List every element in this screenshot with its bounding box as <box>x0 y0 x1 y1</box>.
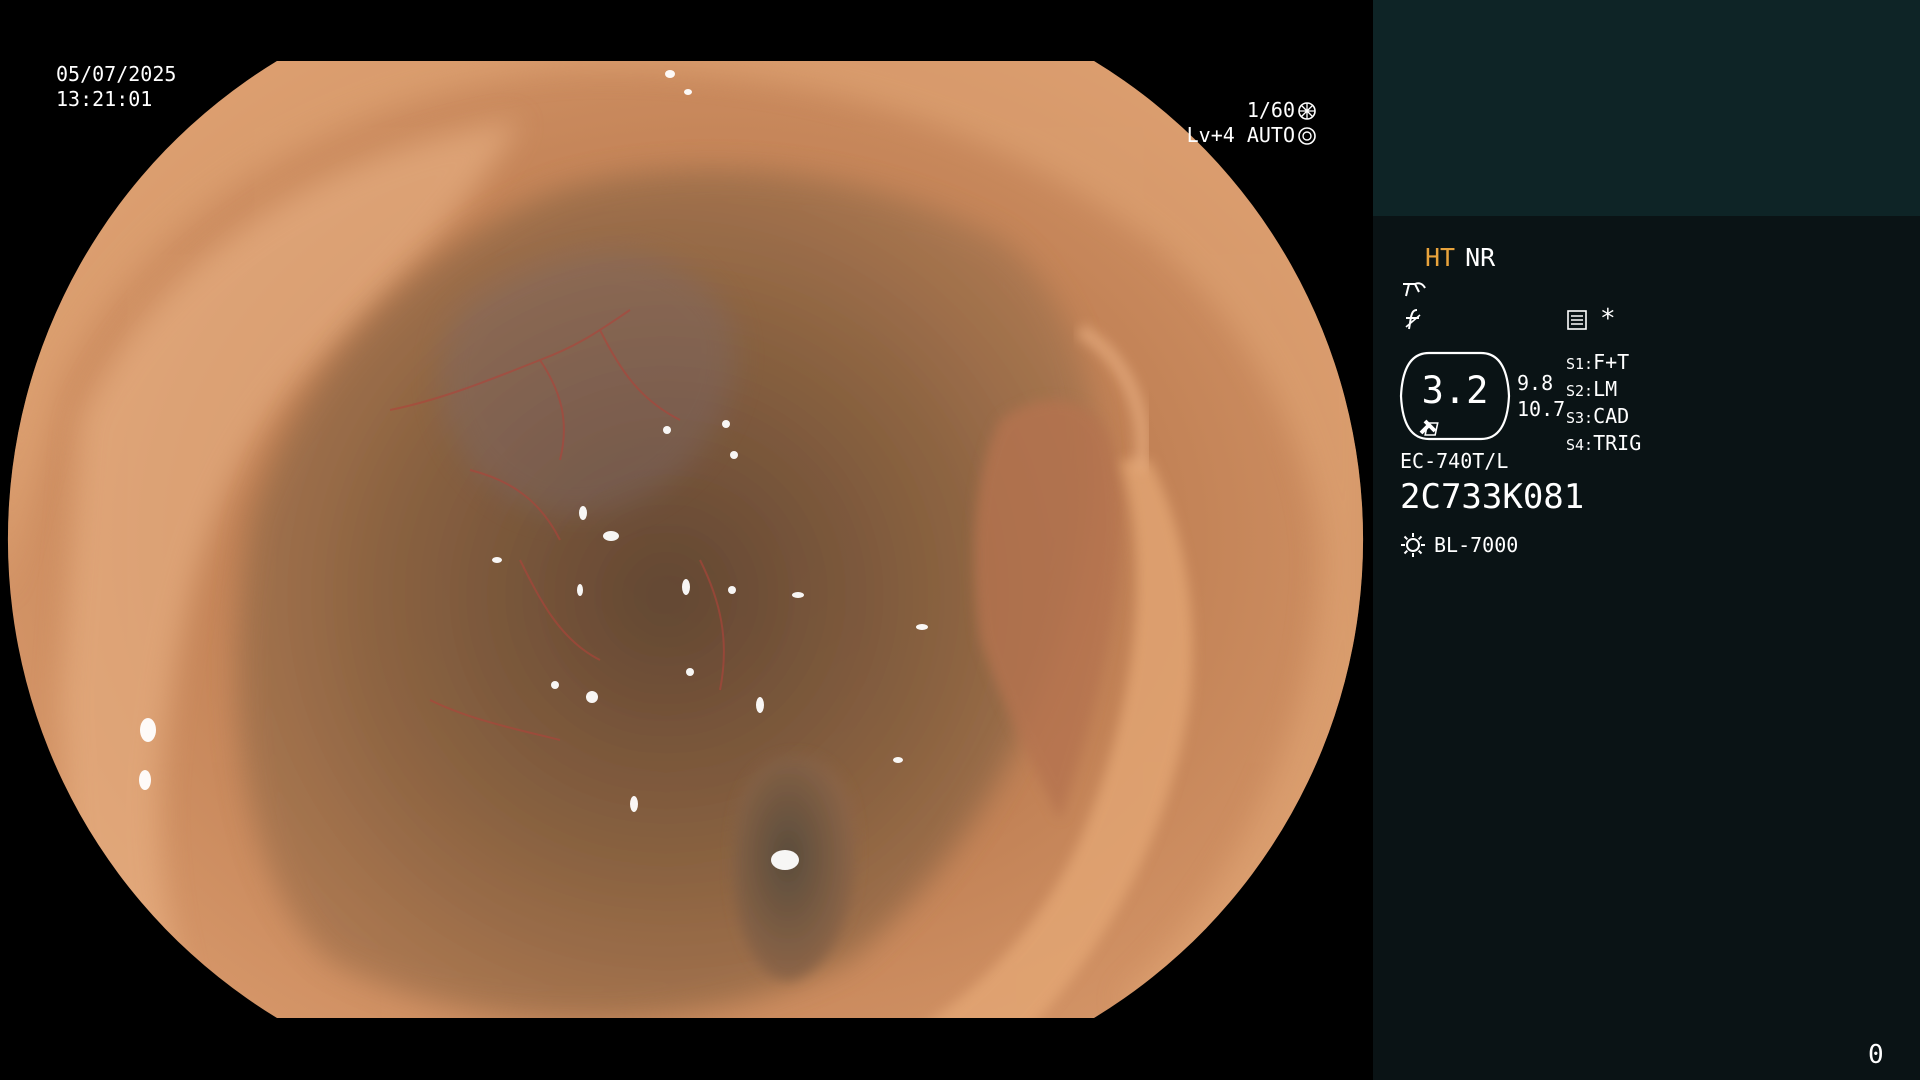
light-source-label: BL-7000 <box>1434 533 1519 557</box>
shutter-icon <box>1298 101 1316 120</box>
exposure-overlay: 1/60 Lv+4 AUTO <box>1187 98 1317 148</box>
preset-item: S4:TRIG <box>1566 431 1641 458</box>
ht-mode-label: HT <box>1425 243 1456 272</box>
date-text: 05/07/2025 <box>56 62 177 86</box>
zoom-value: 3.2 <box>1421 369 1489 412</box>
image-counter: 0 <box>1868 1040 1884 1070</box>
memo-icon <box>1567 310 1587 330</box>
stylus-icon <box>1403 282 1426 297</box>
freeze-icon <box>1405 309 1421 330</box>
preset-value: TRIG <box>1593 431 1642 455</box>
iris-mode-text: Lv+4 AUTO <box>1186 123 1295 147</box>
iris-icon <box>1298 126 1316 145</box>
nr-mode-label: NR <box>1465 243 1496 272</box>
preset-key: S3: <box>1566 409 1594 427</box>
preset-item: S1:F+T <box>1566 350 1641 377</box>
preset-value: LM <box>1593 377 1618 401</box>
shutter-speed-text: 1/60 <box>1246 98 1295 122</box>
scope-model: EC-740T/L <box>1400 449 1509 473</box>
info-panel: HT NR * 3.2 9.8 10.7 S1:F+T S2:LM S3:CAD … <box>1373 0 1920 1080</box>
zoom-indicator: 3.2 <box>1399 351 1511 441</box>
preset-list: S1:F+T S2:LM S3:CAD S4:TRIG <box>1566 350 1641 458</box>
sub-value-2: 10.7 <box>1517 397 1566 421</box>
preset-item: S2:LM <box>1566 377 1641 404</box>
date-time-overlay: 05/07/2025 13:21:01 <box>56 62 176 112</box>
preset-key: S4: <box>1566 436 1594 454</box>
endoscope-viewport: 05/07/2025 13:21:01 1/60 Lv+4 AUTO <box>0 0 1373 1080</box>
sub-value-1: 9.8 <box>1517 371 1554 395</box>
processing-mode: HT NR <box>1425 245 1495 271</box>
preset-key: S2: <box>1566 382 1594 400</box>
preset-value: F+T <box>1593 350 1630 374</box>
endoscope-image <box>7 61 1364 1018</box>
scope-serial: 2C733K081 <box>1400 477 1585 517</box>
preset-key: S1: <box>1566 355 1594 373</box>
time-text: 13:21:01 <box>56 87 153 111</box>
preset-item: S3:CAD <box>1566 404 1641 431</box>
light-source-icon <box>1401 533 1425 557</box>
preset-value: CAD <box>1593 404 1630 428</box>
asterisk-indicator: * <box>1600 304 1616 334</box>
panel-header-area <box>1373 0 1920 216</box>
light-source: BL-7000 <box>1400 532 1518 558</box>
